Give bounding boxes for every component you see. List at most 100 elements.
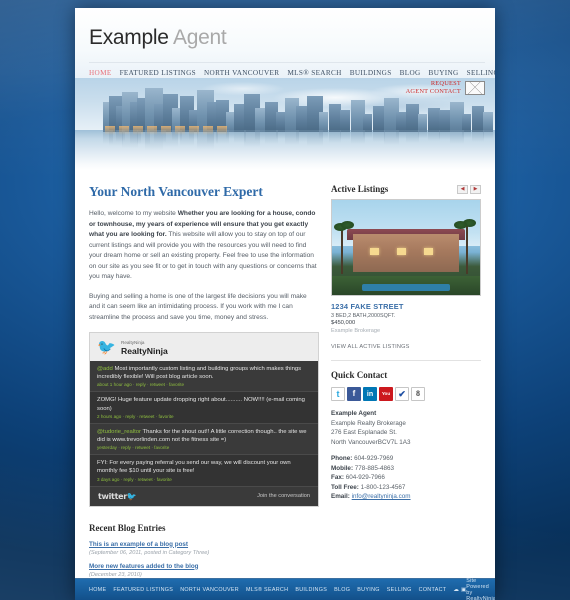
- agent-contact-details: Phone: 604-929-7969 Mobile: 778-885-4863…: [331, 454, 481, 502]
- page-content: Your North Vancouver Expert Hello, welco…: [75, 170, 495, 600]
- footer-nav-item-buying[interactable]: BUYING: [357, 587, 379, 593]
- skyline-reflection: [319, 130, 328, 139]
- view-all-listings-link[interactable]: VIEW ALL ACTIVE LISTINGS: [331, 344, 481, 350]
- tweet-item[interactable]: ZOMG! Huge feature update dropping right…: [90, 392, 318, 424]
- blog-entry-title[interactable]: More new features added to the blog: [89, 563, 319, 570]
- intro-paragraph-2: Buying and selling a home is one of the …: [89, 292, 307, 321]
- msn-icon[interactable]: ✔: [395, 387, 409, 401]
- site-header: Example Agent HOME FEATURED LISTINGS NORTH…: [75, 8, 495, 78]
- powered-by-text: Site Powered by RealtyNinja: [466, 577, 495, 600]
- tweet-list: @add Most importantly custom listing and…: [90, 361, 318, 487]
- primary-navigation: HOME FEATURED LISTINGS NORTH VANCOUVER MLS®…: [89, 62, 495, 77]
- footer-nav-item-buildings[interactable]: BUILDINGS: [295, 587, 327, 593]
- nav-item-mls-search[interactable]: MLS® SEARCH: [287, 69, 341, 77]
- tweet-meta[interactable]: 2 hours ago · reply · retweet · favorite: [97, 414, 311, 419]
- nav-item-featured-listings[interactable]: FEATURED LISTINGS: [120, 69, 196, 77]
- site-footer: HOME FEATURED LISTINGS NORTH VANCOUVER MLS®…: [75, 578, 495, 600]
- footer-nav-item-north-vancouver[interactable]: NORTH VANCOUVER: [180, 587, 239, 593]
- site-page: Example Agent HOME FEATURED LISTINGS NORTH…: [75, 8, 495, 600]
- footer-nav-item-selling[interactable]: SELLING: [387, 587, 412, 593]
- agent-mobile-label: Mobile:: [331, 464, 354, 472]
- agent-email-link[interactable]: info@realtyninja.com: [352, 493, 411, 500]
- shoreline-light-glow: [217, 126, 227, 135]
- tweet-mention[interactable]: @add: [97, 366, 113, 372]
- twitter-bird-icon-small: 🐦: [126, 491, 137, 501]
- skyline-reflection: [483, 130, 493, 139]
- youtube-icon[interactable]: You: [379, 387, 393, 401]
- listing-address[interactable]: 1234 FAKE STREET: [331, 302, 481, 311]
- agent-tollfree-label: Toll Free:: [331, 483, 359, 491]
- tweet-item[interactable]: @tudorie_realtor Thanks for the shout ou…: [90, 424, 318, 456]
- request-line-2: AGENT CONTACT: [405, 87, 461, 95]
- tweet-meta[interactable]: 3 days ago · reply · retweet · favorite: [97, 477, 311, 482]
- agent-phone-label: Phone:: [331, 455, 353, 462]
- agent-tollfree-value: 1-800-123-4567: [358, 483, 406, 491]
- tweet-item[interactable]: FYI: For every paying referral you send …: [90, 455, 318, 487]
- listing-photo[interactable]: [331, 199, 481, 296]
- twitter-identity: RealtyNinja RealtyNinja: [121, 340, 168, 356]
- nav-item-north-vancouver[interactable]: NORTH VANCOUVER: [204, 69, 279, 77]
- nav-item-home[interactable]: HOME: [89, 69, 112, 77]
- join-conversation-link[interactable]: Join the conversation: [257, 493, 310, 499]
- listing-photo-window: [397, 247, 407, 255]
- footer-nav-item-home[interactable]: HOME: [89, 587, 106, 593]
- chevron-left-icon[interactable]: ◀: [457, 184, 468, 194]
- agent-phone-value: 604-929-7969: [352, 455, 394, 462]
- rss-icon[interactable]: ☁: [453, 587, 459, 593]
- agent-name: Example Agent: [331, 410, 377, 417]
- shoreline-light-glow: [175, 126, 185, 135]
- google-plus-icon[interactable]: 8: [411, 387, 425, 401]
- tweet-mention[interactable]: @tudorie_realtor: [97, 429, 141, 435]
- footer-nav-item-blog[interactable]: BLOG: [334, 587, 350, 593]
- blog-entry-date: (September 06, 2011, posted in Category …: [89, 549, 210, 556]
- blog-heading: Recent Blog Entries: [89, 522, 166, 533]
- listing-photo-palm-frond: [454, 220, 467, 229]
- logo-secondary-text: Agent: [173, 26, 227, 49]
- nav-item-buying[interactable]: BUYING: [429, 69, 459, 77]
- sidebar-divider: [331, 360, 481, 361]
- envelope-icon[interactable]: [465, 80, 485, 95]
- listing-photo-palm-trunk: [341, 228, 343, 275]
- footer-icon-group: ☁ ▣: [453, 587, 466, 593]
- tweet-meta[interactable]: about 1 hour ago · reply · retweet · fav…: [97, 382, 311, 387]
- skyline-building: [340, 110, 350, 132]
- site-logo[interactable]: Example Agent: [89, 8, 481, 50]
- listing-photo-palm-frond: [341, 220, 354, 229]
- agent-email-label: Email:: [331, 493, 350, 500]
- agent-fax-row: Fax: 604-929-7966: [331, 473, 481, 483]
- tweet-meta[interactable]: yesterday · reply · retweet · favorite: [97, 445, 311, 450]
- intro-rest: This website will allow you to stay on t…: [89, 231, 317, 280]
- request-line-1: REQUEST: [430, 80, 461, 87]
- blog-entry-title[interactable]: This is an example of a blog post: [89, 541, 319, 548]
- shoreline-light-glow: [147, 126, 157, 135]
- quick-contact-heading: Quick Contact: [331, 370, 388, 380]
- footer-nav-item-featured-listings[interactable]: FEATURED LISTINGS: [113, 587, 173, 593]
- nav-item-buildings[interactable]: BUILDINGS: [350, 69, 392, 77]
- agent-phone-row: Phone: 604-929-7969: [331, 454, 481, 464]
- request-agent-contact[interactable]: REQUEST AGENT CONTACT: [406, 80, 485, 95]
- nav-item-blog[interactable]: BLOG: [400, 69, 421, 77]
- chevron-right-icon[interactable]: ▶: [470, 184, 481, 194]
- shoreline-light-glow: [203, 126, 213, 135]
- skyline-reflection: [396, 130, 406, 139]
- shoreline-light-glow: [133, 126, 143, 135]
- skyline-building: [483, 112, 493, 132]
- linkedin-icon[interactable]: in: [363, 387, 377, 401]
- skyline-building: [276, 112, 285, 132]
- footer-nav-item-mls-search[interactable]: MLS® SEARCH: [246, 587, 288, 593]
- tweet-text: @add Most importantly custom listing and…: [97, 365, 311, 381]
- twitter-logo[interactable]: twitter🐦: [98, 492, 137, 501]
- tweet-body: Most importantly custom listing and buil…: [97, 366, 302, 381]
- skyline-reflection: [363, 130, 372, 138]
- nav-item-selling[interactable]: SELLING: [467, 69, 495, 77]
- listing-brokerage: Example Brokerage: [331, 328, 381, 334]
- twitter-icon[interactable]: t: [331, 387, 345, 401]
- facebook-icon[interactable]: f: [347, 387, 361, 401]
- agent-fax-value: 604-929-7966: [343, 474, 385, 481]
- footer-nav-item-contact[interactable]: CONTACT: [419, 587, 447, 593]
- footer-navigation: HOME FEATURED LISTINGS NORTH VANCOUVER MLS®…: [89, 587, 466, 593]
- listing-price: $450,000: [331, 320, 356, 326]
- tweet-body: FYI: For every paying referral you send …: [97, 460, 291, 475]
- listing-photo-window: [370, 247, 380, 255]
- tweet-item[interactable]: @add Most importantly custom listing and…: [90, 361, 318, 393]
